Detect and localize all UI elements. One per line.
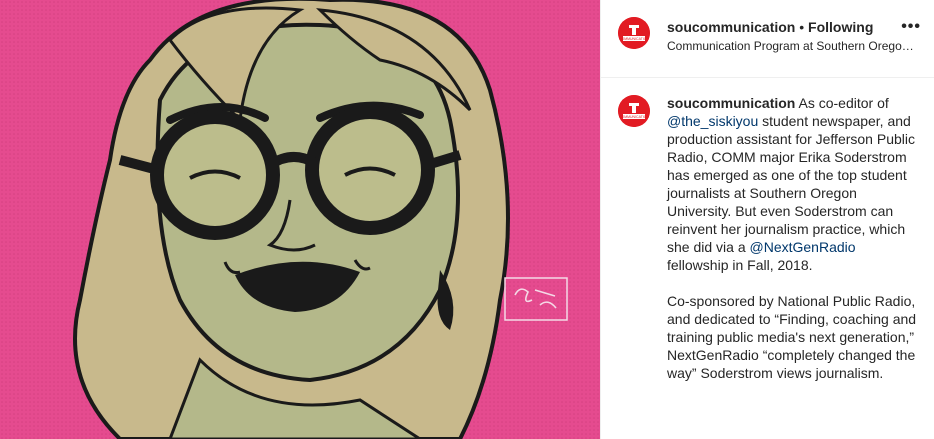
post-header: COMMUNICATION soucommunication • Followi… bbox=[601, 0, 934, 78]
more-options-icon[interactable]: ••• bbox=[901, 18, 921, 36]
caption-text: soucommunication As co-editor of @the_si… bbox=[667, 94, 919, 382]
account-avatar[interactable]: COMMUNICATION bbox=[618, 17, 650, 49]
header-title-line: soucommunication • Following bbox=[667, 19, 873, 35]
caption-avatar[interactable]: COMMUNICATION bbox=[618, 95, 650, 127]
mention-nextgenradio-link[interactable]: @NextGenRadio bbox=[750, 239, 856, 255]
caption-paragraph-1: soucommunication As co-editor of @the_si… bbox=[667, 94, 919, 274]
post-sidebar: COMMUNICATION soucommunication • Followi… bbox=[600, 0, 934, 439]
mention-the-siskiyou-link[interactable]: @the_siskiyou bbox=[667, 113, 758, 129]
portrait-illustration bbox=[0, 0, 600, 439]
following-button[interactable]: Following bbox=[808, 19, 873, 35]
avatar-wordmark: COMMUNICATION bbox=[619, 37, 650, 41]
caption-username-link[interactable]: soucommunication bbox=[667, 95, 795, 111]
caption-text-1b: student newspaper, and production assist… bbox=[667, 113, 915, 255]
header-username-link[interactable]: soucommunication bbox=[667, 19, 795, 35]
caption-text-1a: As co-editor of bbox=[795, 95, 889, 111]
post-image[interactable] bbox=[0, 0, 600, 439]
caption-text-1c: fellowship in Fall, 2018. bbox=[667, 257, 813, 273]
header-separator: • bbox=[795, 19, 809, 35]
caption-avatar-wordmark: COMMUNICATION bbox=[619, 115, 650, 119]
caption-paragraph-2: Co-sponsored by National Public Radio, a… bbox=[667, 293, 917, 381]
header-location[interactable]: Communication Program at Southern Oregon… bbox=[667, 39, 919, 53]
